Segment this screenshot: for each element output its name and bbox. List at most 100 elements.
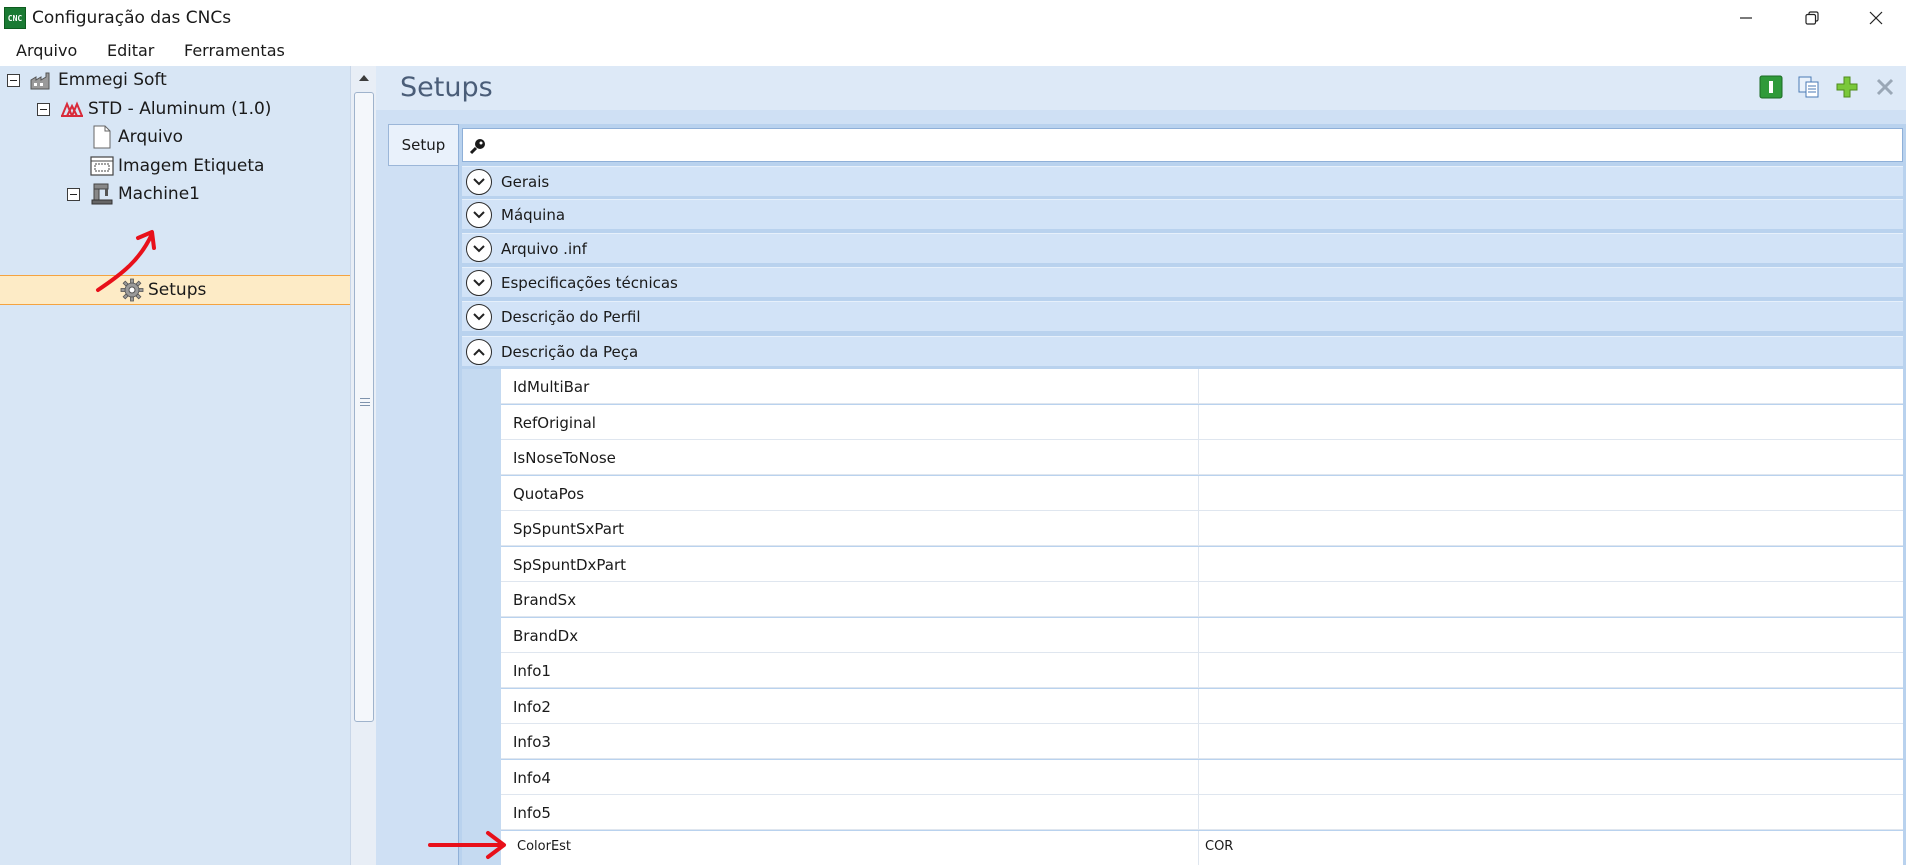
- property-value-field[interactable]: COR: [1198, 831, 1903, 865]
- property-row[interactable]: SpSpuntDxPart: [501, 547, 1903, 582]
- group-descricao-da-peca[interactable]: Descrição da Peça: [462, 336, 1903, 366]
- copy-icon: [1798, 76, 1819, 98]
- tree-item-machine1[interactable]: Machine1: [67, 180, 200, 208]
- close-button[interactable]: [1846, 0, 1906, 36]
- property-value-field[interactable]: [1198, 511, 1903, 546]
- property-name: ColorEst: [517, 839, 572, 854]
- minimize-icon: [1740, 17, 1752, 19]
- property-row[interactable]: RefOriginal: [501, 405, 1903, 440]
- property-value-field[interactable]: [1198, 547, 1903, 582]
- property-value-field[interactable]: [1198, 405, 1903, 440]
- factory-icon: [30, 68, 54, 92]
- property-name: IsNoseToNose: [513, 449, 616, 467]
- property-name: BrandDx: [513, 627, 579, 645]
- property-row[interactable]: BrandDx: [501, 618, 1903, 653]
- copy-button[interactable]: [1796, 74, 1822, 100]
- tab-setup[interactable]: Setup: [388, 124, 458, 166]
- close-icon: [1869, 11, 1883, 25]
- property-row[interactable]: QuotaPos: [501, 476, 1903, 511]
- property-name: Info2: [513, 698, 551, 716]
- property-name: Info5: [513, 804, 551, 822]
- group-gerais[interactable]: Gerais: [462, 166, 1903, 196]
- property-value-field[interactable]: [1198, 689, 1903, 724]
- tree-item-arquivo[interactable]: Arquivo: [90, 123, 183, 151]
- property-row[interactable]: SpSpuntSxPart: [501, 511, 1903, 546]
- menu-ferramentas[interactable]: Ferramentas: [184, 41, 285, 60]
- property-value-field[interactable]: [1198, 760, 1903, 795]
- property-name: Info3: [513, 733, 551, 751]
- property-row[interactable]: Info2: [501, 689, 1903, 724]
- property-row[interactable]: IsNoseToNose: [501, 440, 1903, 475]
- property-value-field[interactable]: [1198, 795, 1903, 830]
- annotation-arrow-colorest: [428, 831, 506, 859]
- property-value-field[interactable]: [1198, 653, 1903, 688]
- expand-chevron-icon[interactable]: [466, 269, 492, 296]
- property-name: Info4: [513, 769, 551, 787]
- tree-item-std-aluminum[interactable]: STD - Aluminum (1.0): [37, 95, 271, 123]
- property-value-field[interactable]: [1198, 369, 1903, 404]
- restore-icon: [1805, 11, 1819, 25]
- group-label: Máquina: [501, 205, 566, 224]
- group-maquina[interactable]: Máquina: [462, 199, 1903, 229]
- group-arquivo-inf[interactable]: Arquivo .inf: [462, 233, 1903, 263]
- property-search-field[interactable]: [462, 128, 1903, 162]
- property-name: SpSpuntSxPart: [513, 520, 624, 538]
- property-value-field[interactable]: [1198, 582, 1903, 617]
- collapse-toggle[interactable]: [67, 187, 80, 201]
- collapse-toggle[interactable]: [7, 73, 20, 87]
- page-title: Setups: [400, 72, 493, 103]
- info-button[interactable]: [1758, 74, 1784, 100]
- property-name: SpSpuntDxPart: [513, 556, 627, 574]
- menu-editar[interactable]: Editar: [107, 41, 154, 60]
- app-icon: CNC: [4, 7, 26, 29]
- property-value-field[interactable]: [1198, 724, 1903, 759]
- tree-item-label: Arquivo: [118, 127, 184, 147]
- property-row[interactable]: Info5: [501, 795, 1903, 830]
- minimize-button[interactable]: [1716, 0, 1776, 36]
- tree-item-label: Imagem Etiqueta: [118, 156, 265, 176]
- collapse-toggle[interactable]: [37, 102, 50, 116]
- profile-icon: [60, 97, 84, 121]
- delete-icon: [1876, 78, 1894, 96]
- property-value-field[interactable]: [1198, 476, 1903, 511]
- property-row[interactable]: Info3: [501, 724, 1903, 759]
- annotation-arrow-setups: [96, 230, 156, 292]
- expand-chevron-icon[interactable]: [466, 201, 492, 228]
- tree-scrollbar[interactable]: [350, 66, 376, 865]
- group-label: Especificações técnicas: [501, 273, 678, 292]
- tree-item-imagem-etiqueta[interactable]: Imagem Etiqueta: [90, 152, 264, 180]
- add-button[interactable]: [1834, 74, 1860, 100]
- property-row[interactable]: Info1: [501, 653, 1903, 688]
- scroll-thumb[interactable]: [354, 92, 374, 722]
- property-row-colorest[interactable]: ColorEst COR: [501, 831, 1903, 865]
- group-especificacoes-tecnicas[interactable]: Especificações técnicas: [462, 267, 1903, 297]
- expand-chevron-icon[interactable]: [466, 235, 492, 262]
- group-label: Descrição da Peça: [501, 342, 639, 361]
- property-row[interactable]: IdMultiBar: [501, 369, 1903, 404]
- app-window: CNC Configuração das CNCs Arquivo Editar…: [0, 0, 1906, 865]
- restore-button[interactable]: [1782, 0, 1842, 36]
- document-icon: [90, 125, 114, 149]
- scroll-up-icon[interactable]: [357, 72, 371, 84]
- property-name: QuotaPos: [513, 485, 585, 503]
- tree-item-emmegi-soft[interactable]: Emmegi Soft: [7, 66, 167, 94]
- label-image-icon: [90, 154, 114, 178]
- property-row[interactable]: BrandSx: [501, 582, 1903, 617]
- property-value-field[interactable]: [1198, 618, 1903, 653]
- scroll-grip: [360, 398, 370, 406]
- menu-arquivo[interactable]: Arquivo: [16, 41, 77, 60]
- tab-label: Setup: [401, 136, 446, 154]
- content-header: Setups: [376, 66, 1906, 110]
- property-value-field[interactable]: [1198, 440, 1903, 475]
- property-row[interactable]: Info4: [501, 760, 1903, 795]
- tree-item-label: STD - Aluminum (1.0): [88, 99, 272, 119]
- expand-chevron-icon[interactable]: [466, 303, 492, 330]
- property-name: IdMultiBar: [513, 378, 590, 396]
- group-descricao-do-perfil[interactable]: Descrição do Perfil: [462, 301, 1903, 331]
- content-panel: Setups Setup Gerais Máquina Arquivo .inf…: [376, 66, 1906, 865]
- expand-chevron-icon[interactable]: [466, 168, 492, 195]
- menu-bar: Arquivo Editar Ferramentas: [0, 36, 1906, 66]
- delete-button[interactable]: [1872, 74, 1898, 100]
- title-bar: CNC Configuração das CNCs: [0, 0, 1906, 36]
- collapse-chevron-icon[interactable]: [466, 338, 492, 365]
